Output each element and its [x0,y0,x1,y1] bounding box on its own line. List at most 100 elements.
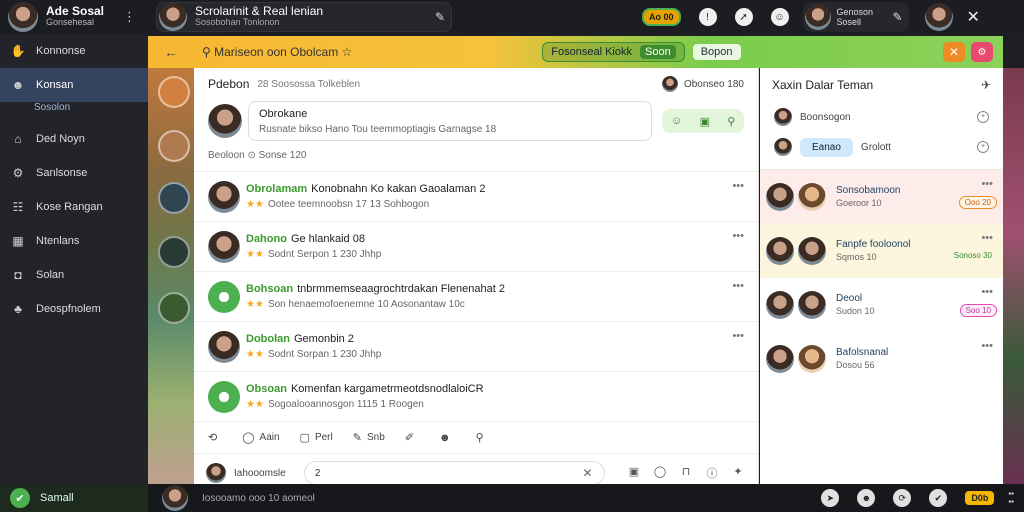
status-button[interactable]: ✔ Samall [0,484,148,512]
search-header: ← ⚲ Mariseon oon Obolcam ☆ Fosonseal Kio… [148,36,1003,68]
settings-icon[interactable]: ⚙ [971,42,993,62]
add-icon[interactable]: + [977,111,989,123]
bottom-avatar[interactable] [162,485,188,511]
check-icon[interactable]: ✔ [929,489,948,507]
add-icon[interactable]: + [977,141,989,153]
edit-icon: ✐ [404,432,414,444]
image-icon[interactable]: ▣ [700,115,710,128]
user-pill[interactable]: Genoson Sosell ✎ [802,2,909,32]
post-author[interactable]: Obrolamam [246,183,307,195]
post-item[interactable]: Dobolan Gemonbin 2 ★★ Sodnt Sorpan 1 230 J… [194,322,758,372]
more-icon[interactable]: ••• [981,340,993,352]
search-query[interactable]: ⚲ Mariseon oon Obolcam ☆ [202,45,352,59]
lock-icon[interactable]: ⊓ [678,465,694,481]
rocket-icon[interactable]: ➚ [734,8,753,26]
post-item[interactable]: Obrolamam Konobnahn Ko kakan Gaoalaman 2 … [194,172,758,222]
search-button[interactable]: ⚲ [476,431,489,444]
friend-item[interactable]: Bafolsnanal Dosou 56 ••• [760,332,1003,386]
search-icon[interactable]: ⚲ [727,115,735,128]
post-author[interactable]: Dobolan [246,333,290,345]
status-badge[interactable]: Ao 00 [642,8,681,26]
conversation-avatar [159,3,187,31]
pin-icon[interactable]: ✈ [981,78,991,92]
post-meta: Ootee teemnoobsn 17 13 Sohbogon [267,198,430,210]
smile-icon[interactable]: ☺ [770,8,789,26]
friends-row[interactable]: Boonsogon + [760,102,1003,132]
sidebar-item-friends[interactable]: ☷ Kose Rangan [0,190,148,224]
sidebar-item-grid[interactable]: ▦ Ntenlans [0,224,148,258]
more-icon[interactable]: ••• [732,280,744,292]
friend-item[interactable]: Deool Sudon 10 ••• Soo 10 [760,278,1003,332]
bottom-badge[interactable]: D0b [965,491,995,505]
post-item[interactable]: Obsoan Komenfan kargametrmeotdsnodlaloiCR… [194,372,758,422]
sidebar-item-settings[interactable]: ⚙ Sanlsonse [0,156,148,190]
emoji-icon[interactable]: ◯ [652,465,668,481]
post-button[interactable]: ▢ Perl [300,431,333,444]
post-item[interactable]: Dahono Ge hlankaid 08 ★★ Sodnt Serpon 1 23… [194,222,758,272]
composer-input[interactable]: Obrokane Rusnate bikso Hano Tou teemmopt… [248,101,653,141]
post-author[interactable]: Dahono [246,233,287,245]
tools-icon[interactable]: ✎ [892,10,902,24]
post-item[interactable]: Bohsoan tnbrmmemseaagrochtrdakan Flenenah… [194,272,758,322]
stars-icon: ★★ [246,298,264,310]
brand[interactable]: Ade Sosal Gonsehesal ⋮ [0,2,148,32]
sidebar-item-photos[interactable]: ◘ Solan [0,258,148,292]
menu-icon[interactable]: ▪▪ ▪▪ [1008,490,1014,506]
emoji-icon[interactable]: ☺ [671,115,682,127]
share-button[interactable]: ✎ Snb [353,431,385,444]
friends-row[interactable]: Eanao Grolott + [760,132,1003,162]
back-icon[interactable]: ← [148,44,194,60]
profile-avatar[interactable] [924,3,953,31]
tools-icon[interactable]: ✎ [435,10,445,24]
composer-actions: ☺ ▣ ⚲ [662,109,744,133]
more-icon[interactable]: ••• [732,230,744,242]
stars-icon: ★★ [246,398,264,410]
friend-tag[interactable]: Soo 10 [959,304,997,317]
more-icon[interactable]: ••• [981,178,993,190]
post-meta: Sodnt Sorpan 1 230 Jhhp [267,348,382,360]
post-author[interactable]: Obsoan [246,383,287,395]
more-icon[interactable]: ••• [732,180,744,192]
close-icon[interactable]: ✕ [943,42,965,62]
history-button[interactable]: ⟲ [208,431,222,444]
sidebar-subitem[interactable]: Sosolon [0,102,148,122]
friend-tag[interactable]: Ooo 20 [958,196,997,209]
clear-icon[interactable]: ✕ [583,466,598,480]
conversation-title-pill[interactable]: Scrolarinit & Real lenian Sosobohan Tonl… [156,2,452,32]
sidebar-item-label: Konnonse [36,45,86,57]
post-author[interactable]: Bohsoan [246,283,293,295]
info-icon[interactable]: ⓘ [704,465,720,481]
chat-button[interactable]: ◯ Aain [242,431,279,444]
friend-avatar [774,108,792,126]
reply-input[interactable] [303,461,605,485]
friend-tag[interactable]: Sonoso 30 [949,250,997,261]
edit-button[interactable]: ✐ [405,431,419,444]
sidebar-item-konnonse[interactable]: ✋ Konnonse [0,34,148,68]
sparkle-icon[interactable]: ✦ [730,465,746,481]
composer-prompt: Rusnate bikso Hano Tou teemmoptiagis Gar… [259,124,497,135]
more-menu-icon[interactable]: ⋮ [123,9,136,25]
more-icon[interactable]: ••• [732,330,744,342]
sidebar-item-games[interactable]: ♣ Deospfnolem [0,292,148,326]
image-icon[interactable]: ▣ [626,465,642,481]
sidebar-item-home[interactable]: ⌂ Ded Noyn [0,122,148,156]
send-icon[interactable]: ➤ [821,489,840,507]
filter-pill[interactable]: Fosonseal Kiokk Soon [542,42,685,62]
close-icon[interactable]: ✕ [967,7,980,27]
friend-avatar [774,138,792,156]
refresh-icon[interactable]: ⟳ [893,489,912,507]
friends-chip[interactable]: Eanao [800,137,853,157]
feed-online-count[interactable]: Obonseo 180 [661,76,744,92]
sidebar-item-label: Konsan [36,79,74,91]
sidebar-item-konsan[interactable]: ☻ Konsan [0,68,148,102]
filter-pill-inner[interactable]: Soon [640,45,676,59]
friend-item[interactable]: Sonsobamoon Goeroor 10 ••• Ooo 20 [760,170,1003,224]
background-image-left [148,68,194,484]
more-icon[interactable]: ••• [981,286,993,298]
reaction-button[interactable]: ☻ [439,432,456,444]
more-icon[interactable]: ••• [981,232,993,244]
secondary-pill[interactable]: Bopon [692,44,741,60]
notification-icon[interactable]: ! [698,8,717,26]
emoji-icon[interactable]: ☻ [857,489,876,507]
friend-item[interactable]: Fanpfe fooloonol Sqmos 10 ••• Sonoso 30 [760,224,1003,278]
